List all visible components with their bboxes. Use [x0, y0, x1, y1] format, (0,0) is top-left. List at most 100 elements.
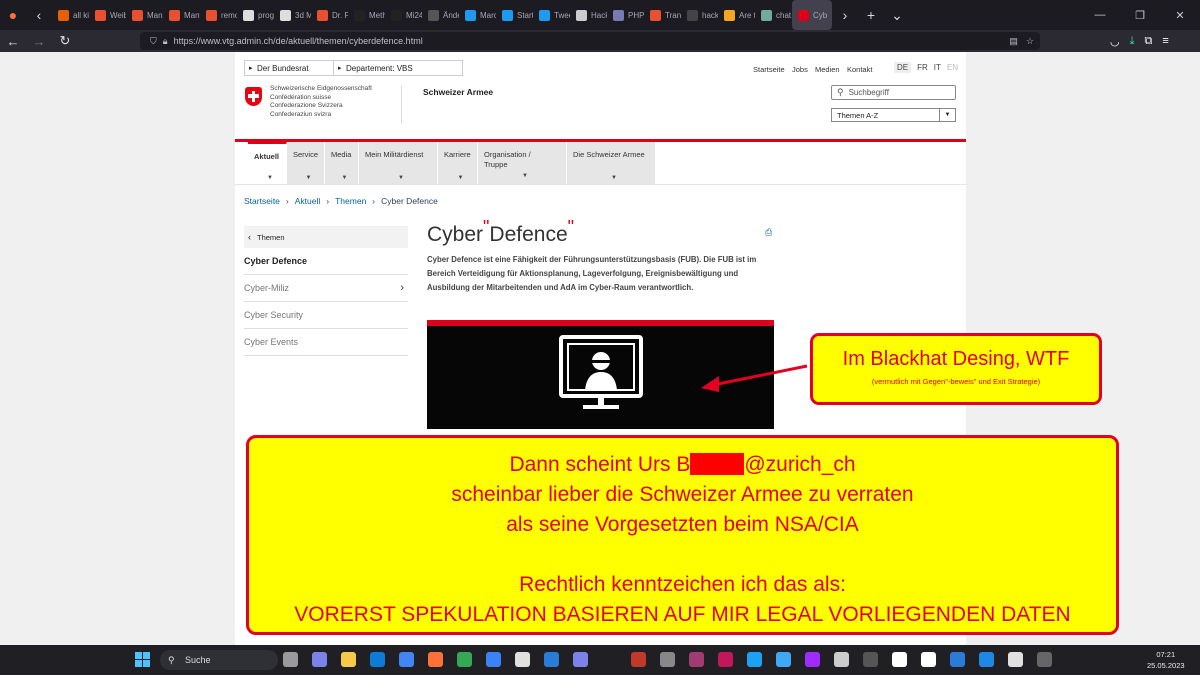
close-window-button[interactable]: ✕	[1160, 9, 1200, 22]
nav-karriere[interactable]: Karriere ▼	[438, 142, 478, 184]
taskbar-app-icon[interactable]	[602, 652, 617, 667]
browser-tab[interactable]: remo	[200, 0, 237, 30]
system-clock[interactable]: 07:21 25.05.2023	[1147, 649, 1185, 671]
browser-tab[interactable]: 3d Mi	[274, 0, 311, 30]
browser-tab[interactable]: Ände	[422, 0, 459, 30]
browser-tab[interactable]: PHP:	[607, 0, 644, 30]
downloads-icon[interactable]: ⤓	[1130, 35, 1135, 48]
taskbar-app-icon[interactable]	[428, 652, 443, 667]
browser-tab[interactable]: Startr	[496, 0, 533, 30]
taskbar-app-icon[interactable]	[718, 652, 733, 667]
taskbar-app-icon[interactable]	[544, 652, 559, 667]
top-link-medien[interactable]: Medien	[815, 65, 840, 74]
taskbar-app-icon[interactable]	[863, 652, 878, 667]
firefox-icon[interactable]: ●	[0, 7, 26, 23]
search-input[interactable]: ⚲ Suchbegriff	[831, 85, 956, 100]
taskbar-app-icon[interactable]	[892, 652, 907, 667]
taskbar-app-icon[interactable]	[834, 652, 849, 667]
taskbar-app-icon[interactable]	[950, 652, 965, 667]
taskbar-app-icon[interactable]	[747, 652, 762, 667]
nav-media[interactable]: Media ▼	[325, 142, 359, 184]
sidebar-item-cyber-events[interactable]: Cyber Events	[244, 329, 408, 356]
breadcrumb-startseite[interactable]: Startseite	[244, 196, 280, 206]
bookmark-star-icon[interactable]: ☆	[1026, 36, 1034, 47]
nav-service[interactable]: Service ▼	[287, 142, 325, 184]
taskbar-app-icon[interactable]	[631, 652, 646, 667]
top-crumb-vbs[interactable]: ▸ Departement: VBS	[333, 60, 463, 76]
browser-tab[interactable]: Cyb	[792, 0, 832, 30]
lang-fr[interactable]: FR	[917, 62, 928, 73]
url-text[interactable]: https://www.vtg.admin.ch/de/aktuell/them…	[174, 36, 423, 46]
restore-button[interactable]: ❐	[1120, 9, 1160, 22]
taskbar-app-icon[interactable]	[515, 652, 530, 667]
url-bar[interactable]: ⛉ 🔒︎ https://www.vtg.admin.ch/de/aktuell…	[140, 32, 1040, 50]
taskbar-app-icon[interactable]	[457, 652, 472, 667]
taskbar-app-icon[interactable]	[805, 652, 820, 667]
sidebar-back-themen[interactable]: ‹ Themen	[244, 226, 408, 248]
sidebar-item-cyber-defence[interactable]: Cyber Defence	[244, 248, 408, 275]
new-tab-button[interactable]: +	[858, 7, 884, 23]
taskbar-app-icon[interactable]	[660, 652, 675, 667]
menu-icon[interactable]: ≡	[1162, 35, 1168, 48]
print-icon[interactable]: ⎙	[765, 227, 774, 237]
lang-en[interactable]: EN	[947, 62, 958, 73]
taskbar-search[interactable]: ⚲ Suche	[160, 650, 278, 670]
breadcrumb-aktuell[interactable]: Aktuell	[295, 196, 321, 206]
tab-scroll-right-button[interactable]: ›	[832, 7, 858, 23]
top-link-kontakt[interactable]: Kontakt	[847, 65, 872, 74]
taskbar-app-icon[interactable]	[370, 652, 385, 667]
shield-icon[interactable]: ⛉	[150, 36, 157, 47]
sidebar-item-cyber-security[interactable]: Cyber Security	[244, 302, 408, 329]
taskbar-app-icon[interactable]	[341, 652, 356, 667]
taskbar-app-icon[interactable]	[312, 652, 327, 667]
pocket-icon[interactable]: ◡	[1110, 35, 1120, 48]
department-name[interactable]: Schweizer Armee	[423, 87, 493, 97]
nav-mein-militaerdienst[interactable]: Mein Militärdienst ▼	[359, 142, 438, 184]
forward-button[interactable]: →	[26, 34, 52, 49]
back-button[interactable]: ←	[0, 34, 26, 49]
sidebar-item-cyber-miliz[interactable]: Cyber-Miliz ›	[244, 275, 408, 302]
tab-scroll-left-button[interactable]: ‹	[26, 7, 52, 23]
taskbar-app-icon[interactable]	[1008, 652, 1023, 667]
taskbar-app-icon[interactable]	[573, 652, 588, 667]
reader-view-icon[interactable]: ▤	[1009, 36, 1018, 47]
nav-organisation-truppe[interactable]: Organisation / Truppe ▼	[478, 142, 567, 184]
browser-tab[interactable]: Marc	[459, 0, 496, 30]
taskbar-app-icon[interactable]	[921, 652, 936, 667]
nav-aktuell[interactable]: Aktuell ▼	[248, 142, 287, 184]
browser-tab[interactable]: Are th	[718, 0, 755, 30]
browser-tab[interactable]: Tweet	[533, 0, 570, 30]
taskbar-app-icon[interactable]	[776, 652, 791, 667]
taskbar-app-icon[interactable]	[283, 652, 298, 667]
browser-tab[interactable]: Hacke	[570, 0, 607, 30]
top-link-startseite[interactable]: Startseite	[753, 65, 785, 74]
browser-tab[interactable]: hackersca	[681, 0, 718, 30]
browser-tab[interactable]: chat.	[755, 0, 792, 30]
browser-tab[interactable]: all ki	[52, 0, 89, 30]
minimize-button[interactable]: —	[1080, 9, 1120, 21]
taskbar-app-icon[interactable]	[979, 652, 994, 667]
browser-tab[interactable]: Trans	[644, 0, 681, 30]
browser-tab[interactable]: Weibl	[89, 0, 126, 30]
browser-tab[interactable]: Meth	[348, 0, 385, 30]
taskbar-app-icon[interactable]	[486, 652, 501, 667]
swiss-flag-logo[interactable]	[245, 87, 262, 106]
extensions-icon[interactable]: ⧉	[1144, 35, 1152, 48]
lang-de[interactable]: DE	[894, 62, 912, 73]
breadcrumb-themen[interactable]: Themen	[335, 196, 366, 206]
themes-select[interactable]: Themen A-Z ▼	[831, 108, 956, 122]
top-link-jobs[interactable]: Jobs	[792, 65, 808, 74]
browser-tab[interactable]: progi	[237, 0, 274, 30]
taskbar-app-icon[interactable]	[1037, 652, 1052, 667]
nav-die-schweizer-armee[interactable]: Die Schweizer Armee ▼	[567, 142, 656, 184]
taskbar-app-icon[interactable]	[399, 652, 414, 667]
top-crumb-bundesrat[interactable]: ▸ Der Bundesrat	[244, 60, 334, 76]
tab-list-menu-button[interactable]: ⌄	[884, 7, 910, 24]
browser-tab[interactable]: Dr. Pe	[311, 0, 348, 30]
browser-tab[interactable]: Many	[163, 0, 200, 30]
windows-start-icon[interactable]	[135, 652, 150, 667]
browser-tab[interactable]: Mi24	[385, 0, 422, 30]
taskbar-app-icon[interactable]	[689, 652, 704, 667]
lock-icon[interactable]: 🔒︎	[163, 36, 168, 47]
lang-it[interactable]: IT	[934, 62, 941, 73]
